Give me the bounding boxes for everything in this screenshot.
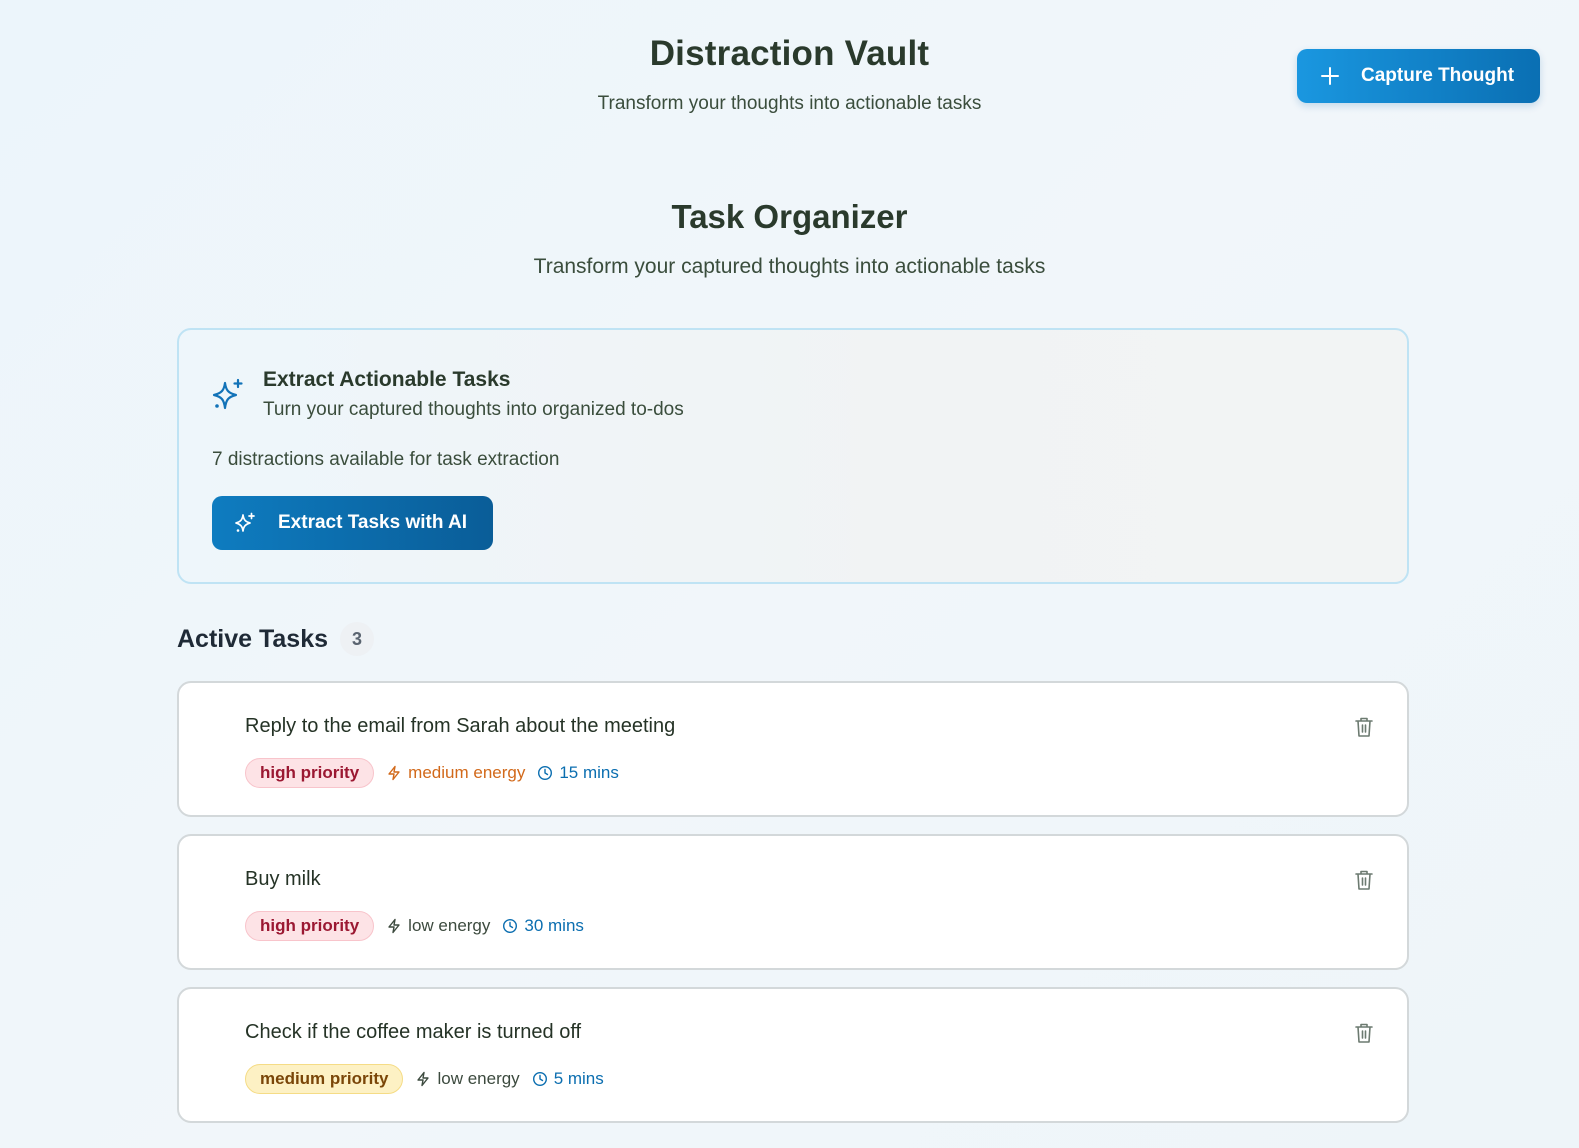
task-card[interactable]: Buy milk high priority low energy 30 min… [177, 834, 1409, 970]
active-tasks-title: Active Tasks [177, 624, 329, 653]
capture-thought-label: Capture Thought [1361, 65, 1515, 86]
energy-level: low energy [386, 916, 490, 936]
task-meta: high priority low energy 30 mins [245, 911, 584, 941]
energy-label: low energy [408, 916, 491, 935]
task-organizer-title: Task Organizer [671, 198, 908, 235]
duration: 15 mins [537, 763, 619, 783]
task-organizer-subtitle: Transform your captured thoughts into ac… [533, 255, 1046, 278]
task-card[interactable]: Check if the coffee maker is turned off … [177, 987, 1409, 1123]
extract-tasks-card: Extract Actionable Tasks Turn your captu… [177, 328, 1409, 584]
energy-label: low energy [437, 1069, 520, 1088]
lightning-icon [388, 918, 400, 934]
priority-badge: medium priority [245, 1064, 404, 1094]
task-card[interactable]: Reply to the email from Sarah about the … [177, 681, 1409, 817]
app-header: Distraction Vault Transform your thought… [0, 0, 1579, 140]
extract-card-description: Turn your captured thoughts into organiz… [263, 399, 684, 420]
duration-label: 5 mins [553, 1069, 604, 1088]
extract-tasks-label: Extract Tasks with AI [278, 512, 468, 533]
trash-icon[interactable] [1353, 868, 1375, 892]
energy-label: medium energy [408, 763, 526, 782]
energy-level: medium energy [386, 763, 525, 783]
duration-label: 15 mins [559, 763, 619, 782]
priority-badge: high priority [245, 758, 375, 788]
lightning-icon [417, 1071, 430, 1087]
lightning-icon [388, 765, 400, 781]
duration: 30 mins [502, 916, 584, 936]
plus-icon [1319, 65, 1341, 87]
trash-icon[interactable] [1353, 1021, 1375, 1045]
task-text: Buy milk [245, 868, 321, 890]
task-text: Check if the coffee maker is turned off [245, 1021, 582, 1043]
clock-icon [503, 918, 518, 934]
trash-icon[interactable] [1353, 715, 1375, 739]
active-tasks-heading: Active Tasks 3 [177, 622, 375, 656]
distractions-available-text: 7 distractions available for task extrac… [212, 449, 560, 470]
clock-icon [538, 765, 553, 781]
task-meta: medium priority low energy 5 mins [245, 1064, 604, 1094]
energy-level: low energy [415, 1069, 520, 1089]
task-meta: high priority medium energy 15 mins [245, 758, 619, 788]
sparkles-icon [211, 378, 245, 412]
duration: 5 mins [532, 1069, 604, 1089]
capture-thought-button[interactable]: Capture Thought [1297, 49, 1540, 103]
duration-label: 30 mins [524, 916, 584, 935]
priority-badge: high priority [245, 911, 375, 941]
clock-icon [532, 1071, 547, 1087]
sparkles-icon [234, 512, 256, 534]
task-text: Reply to the email from Sarah about the … [245, 715, 676, 737]
extract-tasks-button[interactable]: Extract Tasks with AI [212, 496, 493, 550]
active-tasks-count-badge: 3 [340, 622, 375, 656]
extract-card-title: Extract Actionable Tasks [263, 368, 511, 391]
